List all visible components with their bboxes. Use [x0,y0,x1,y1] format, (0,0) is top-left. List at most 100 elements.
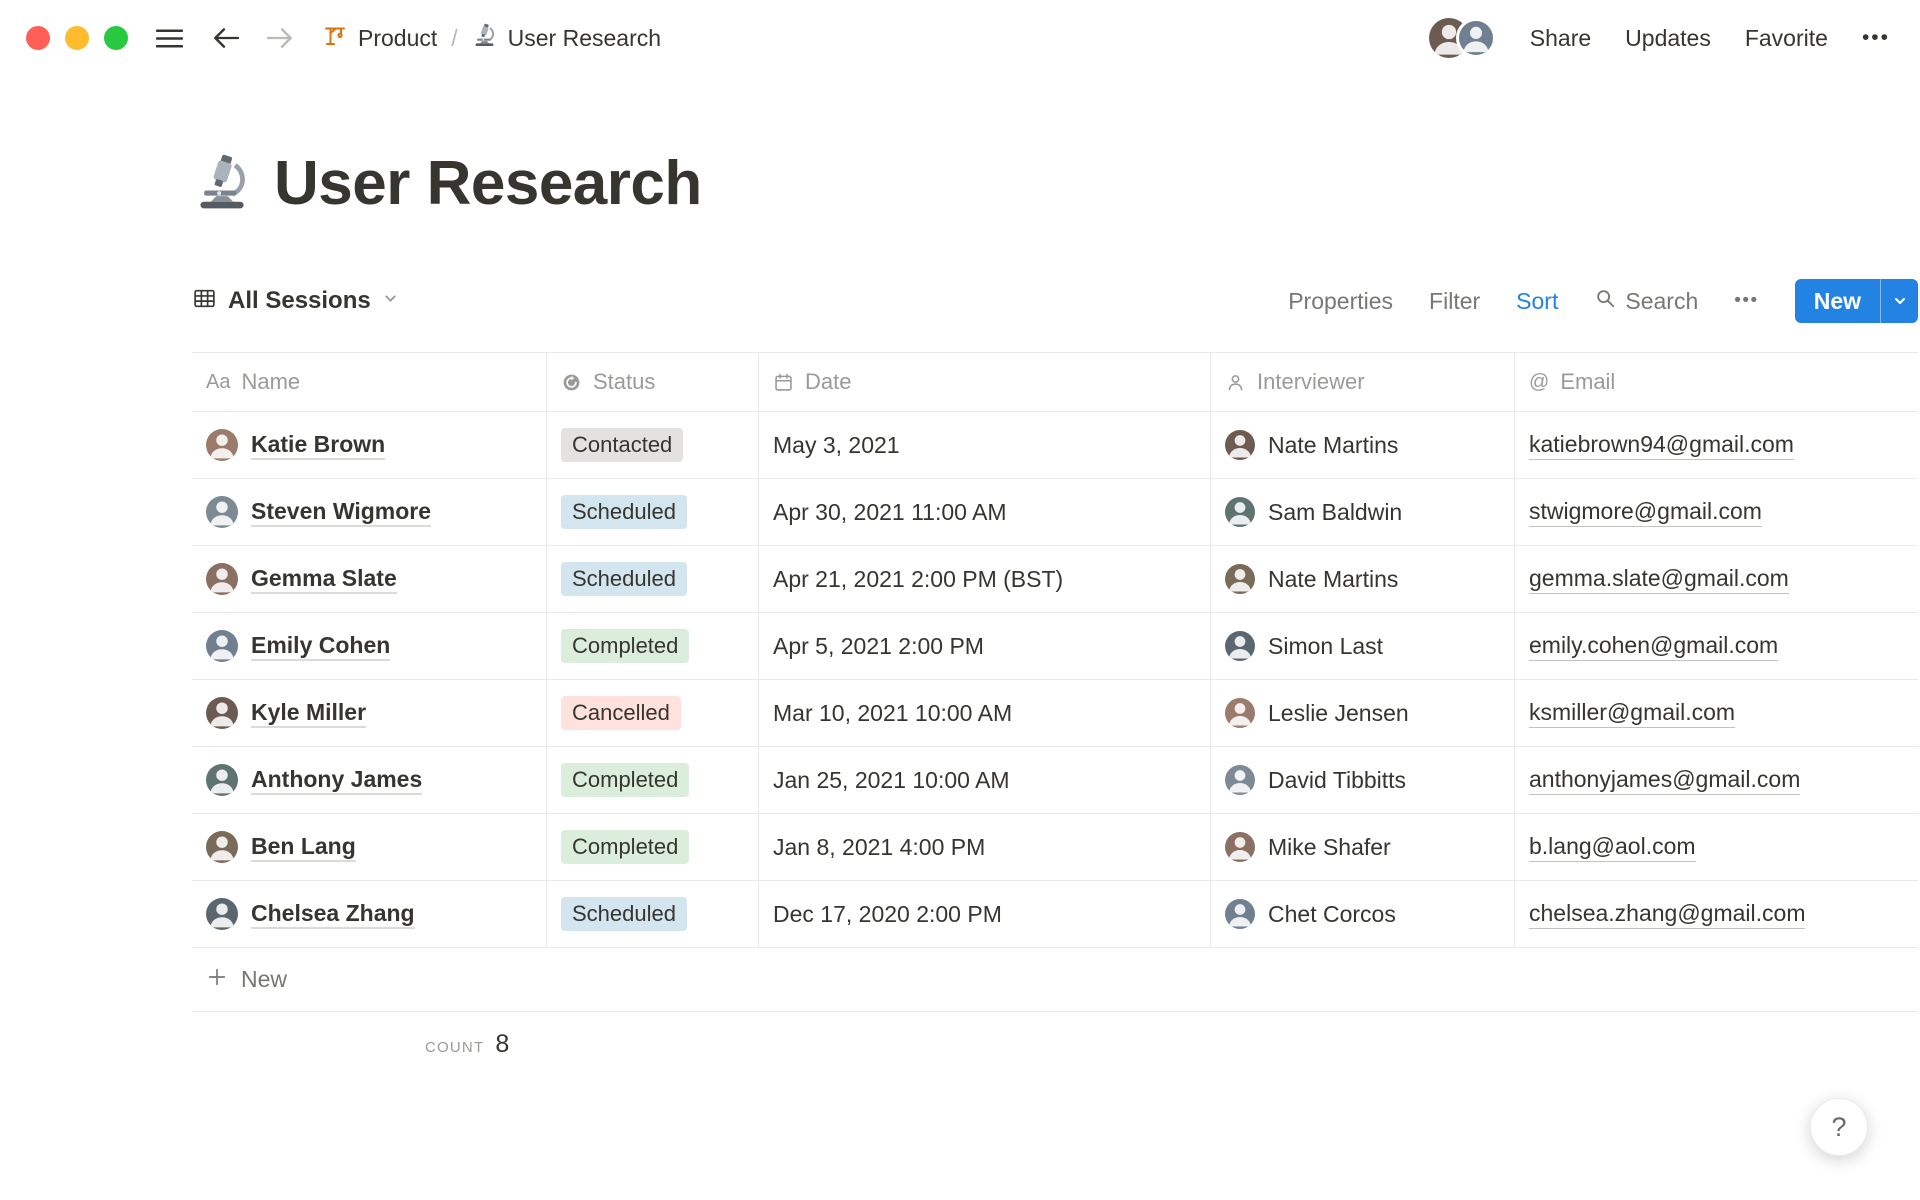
favorite-button[interactable]: Favorite [1745,25,1828,52]
interviewer-cell[interactable]: David Tibbitts [1211,747,1515,813]
close-window-button[interactable] [26,26,50,50]
microscope-icon [472,23,497,54]
view-switcher[interactable]: All Sessions [192,286,399,316]
status-cell[interactable]: Completed [547,747,759,813]
count-row[interactable]: COUNT 8 [425,1030,1918,1059]
date-cell[interactable]: Apr 21, 2021 2:00 PM (BST) [759,546,1211,612]
page-link[interactable]: Chelsea Zhang [251,899,415,930]
table-row[interactable]: Gemma Slate Scheduled Apr 21, 2021 2:00 … [192,546,1918,613]
status-cell[interactable]: Completed [547,814,759,880]
date-cell[interactable]: Mar 10, 2021 10:00 AM [759,680,1211,746]
column-header-name[interactable]: Aa Name [192,353,547,411]
name-cell[interactable]: Katie Brown [192,412,547,478]
updates-button[interactable]: Updates [1625,25,1711,52]
email-link[interactable]: katiebrown94@gmail.com [1529,430,1794,461]
page-link[interactable]: Ben Lang [251,832,356,863]
page-link[interactable]: Emily Cohen [251,631,391,662]
status-cell[interactable]: Cancelled [547,680,759,746]
filter-button[interactable]: Filter [1429,288,1480,315]
breadcrumb-item-product[interactable]: Product [323,23,437,53]
view-toolbar: Properties Filter Sort Search ••• New [1288,279,1918,323]
page-link[interactable]: Kyle Miller [251,698,367,729]
collaborator-avatars[interactable] [1428,18,1496,58]
status-cell[interactable]: Scheduled [547,479,759,545]
email-cell[interactable]: emily.cohen@gmail.com [1515,613,1918,679]
name-cell[interactable]: Ben Lang [192,814,547,880]
sort-button[interactable]: Sort [1516,288,1558,315]
email-cell[interactable]: ksmiller@gmail.com [1515,680,1918,746]
email-cell[interactable]: anthonyjames@gmail.com [1515,747,1918,813]
interviewer-cell[interactable]: Leslie Jensen [1211,680,1515,746]
column-label: Interviewer [1257,369,1365,394]
name-cell[interactable]: Emily Cohen [192,613,547,679]
date-cell[interactable]: Jan 25, 2021 10:00 AM [759,747,1211,813]
column-header-email[interactable]: @ Email [1515,353,1918,411]
date-cell[interactable]: May 3, 2021 [759,412,1211,478]
more-options-icon[interactable]: ••• [1862,26,1890,50]
sidebar-menu-icon[interactable] [156,28,183,49]
zoom-window-button[interactable] [104,26,128,50]
page-icon-microscope[interactable] [192,153,252,213]
email-link[interactable]: stwigmore@gmail.com [1529,497,1762,528]
column-header-status[interactable]: Status [547,353,759,411]
status-cell[interactable]: Scheduled [547,546,759,612]
back-icon[interactable] [211,25,239,51]
email-cell[interactable]: b.lang@aol.com [1515,814,1918,880]
email-link[interactable]: chelsea.zhang@gmail.com [1529,899,1806,930]
new-button[interactable]: New [1794,279,1918,323]
properties-button[interactable]: Properties [1288,288,1393,315]
name-cell[interactable]: Gemma Slate [192,546,547,612]
status-cell[interactable]: Contacted [547,412,759,478]
email-link[interactable]: emily.cohen@gmail.com [1529,631,1779,662]
email-link[interactable]: ksmiller@gmail.com [1529,698,1736,729]
new-row-button[interactable]: New [192,948,1918,1012]
minimize-window-button[interactable] [65,26,89,50]
share-button[interactable]: Share [1530,25,1591,52]
table-row[interactable]: Chelsea Zhang Scheduled Dec 17, 2020 2:0… [192,881,1918,948]
view-more-icon[interactable]: ••• [1734,290,1758,312]
page-link[interactable]: Katie Brown [251,430,386,461]
page-link[interactable]: Steven Wigmore [251,497,432,528]
table-row[interactable]: Anthony James Completed Jan 25, 2021 10:… [192,747,1918,814]
interviewer-cell[interactable]: Sam Baldwin [1211,479,1515,545]
interviewer-cell[interactable]: Simon Last [1211,613,1515,679]
table-row[interactable]: Ben Lang Completed Jan 8, 2021 4:00 PM M… [192,814,1918,881]
page-link[interactable]: Gemma Slate [251,564,397,595]
table-row[interactable]: Katie Brown Contacted May 3, 2021 Nate M… [192,412,1918,479]
status-cell[interactable]: Scheduled [547,881,759,947]
email-cell[interactable]: chelsea.zhang@gmail.com [1515,881,1918,947]
email-cell[interactable]: gemma.slate@gmail.com [1515,546,1918,612]
interviewer-cell[interactable]: Chet Corcos [1211,881,1515,947]
name-cell[interactable]: Kyle Miller [192,680,547,746]
avatar [206,697,238,729]
search-button[interactable]: Search [1594,287,1698,315]
help-button[interactable]: ? [1810,1098,1868,1156]
interviewer-cell[interactable]: Nate Martins [1211,546,1515,612]
forward-icon[interactable] [267,25,295,51]
search-label: Search [1625,287,1699,314]
date-cell[interactable]: Apr 5, 2021 2:00 PM [759,613,1211,679]
email-cell[interactable]: stwigmore@gmail.com [1515,479,1918,545]
name-cell[interactable]: Steven Wigmore [192,479,547,545]
date-cell[interactable]: Jan 8, 2021 4:00 PM [759,814,1211,880]
date-cell[interactable]: Dec 17, 2020 2:00 PM [759,881,1211,947]
column-header-interviewer[interactable]: Interviewer [1211,353,1515,411]
email-cell[interactable]: katiebrown94@gmail.com [1515,412,1918,478]
date-cell[interactable]: Apr 30, 2021 11:00 AM [759,479,1211,545]
status-cell[interactable]: Completed [547,613,759,679]
page-title[interactable]: User Research [274,148,702,219]
email-link[interactable]: gemma.slate@gmail.com [1529,564,1789,595]
page-link[interactable]: Anthony James [251,765,423,796]
column-header-date[interactable]: Date [759,353,1211,411]
table-row[interactable]: Steven Wigmore Scheduled Apr 30, 2021 11… [192,479,1918,546]
name-cell[interactable]: Chelsea Zhang [192,881,547,947]
email-link[interactable]: anthonyjames@gmail.com [1529,765,1801,796]
interviewer-cell[interactable]: Nate Martins [1211,412,1515,478]
table-row[interactable]: Emily Cohen Completed Apr 5, 2021 2:00 P… [192,613,1918,680]
table-row[interactable]: Kyle Miller Cancelled Mar 10, 2021 10:00… [192,680,1918,747]
interviewer-cell[interactable]: Mike Shafer [1211,814,1515,880]
name-cell[interactable]: Anthony James [192,747,547,813]
new-dropdown-button[interactable] [1880,279,1918,323]
breadcrumb-item-user-research[interactable]: User Research [472,23,661,54]
email-link[interactable]: b.lang@aol.com [1529,832,1696,863]
